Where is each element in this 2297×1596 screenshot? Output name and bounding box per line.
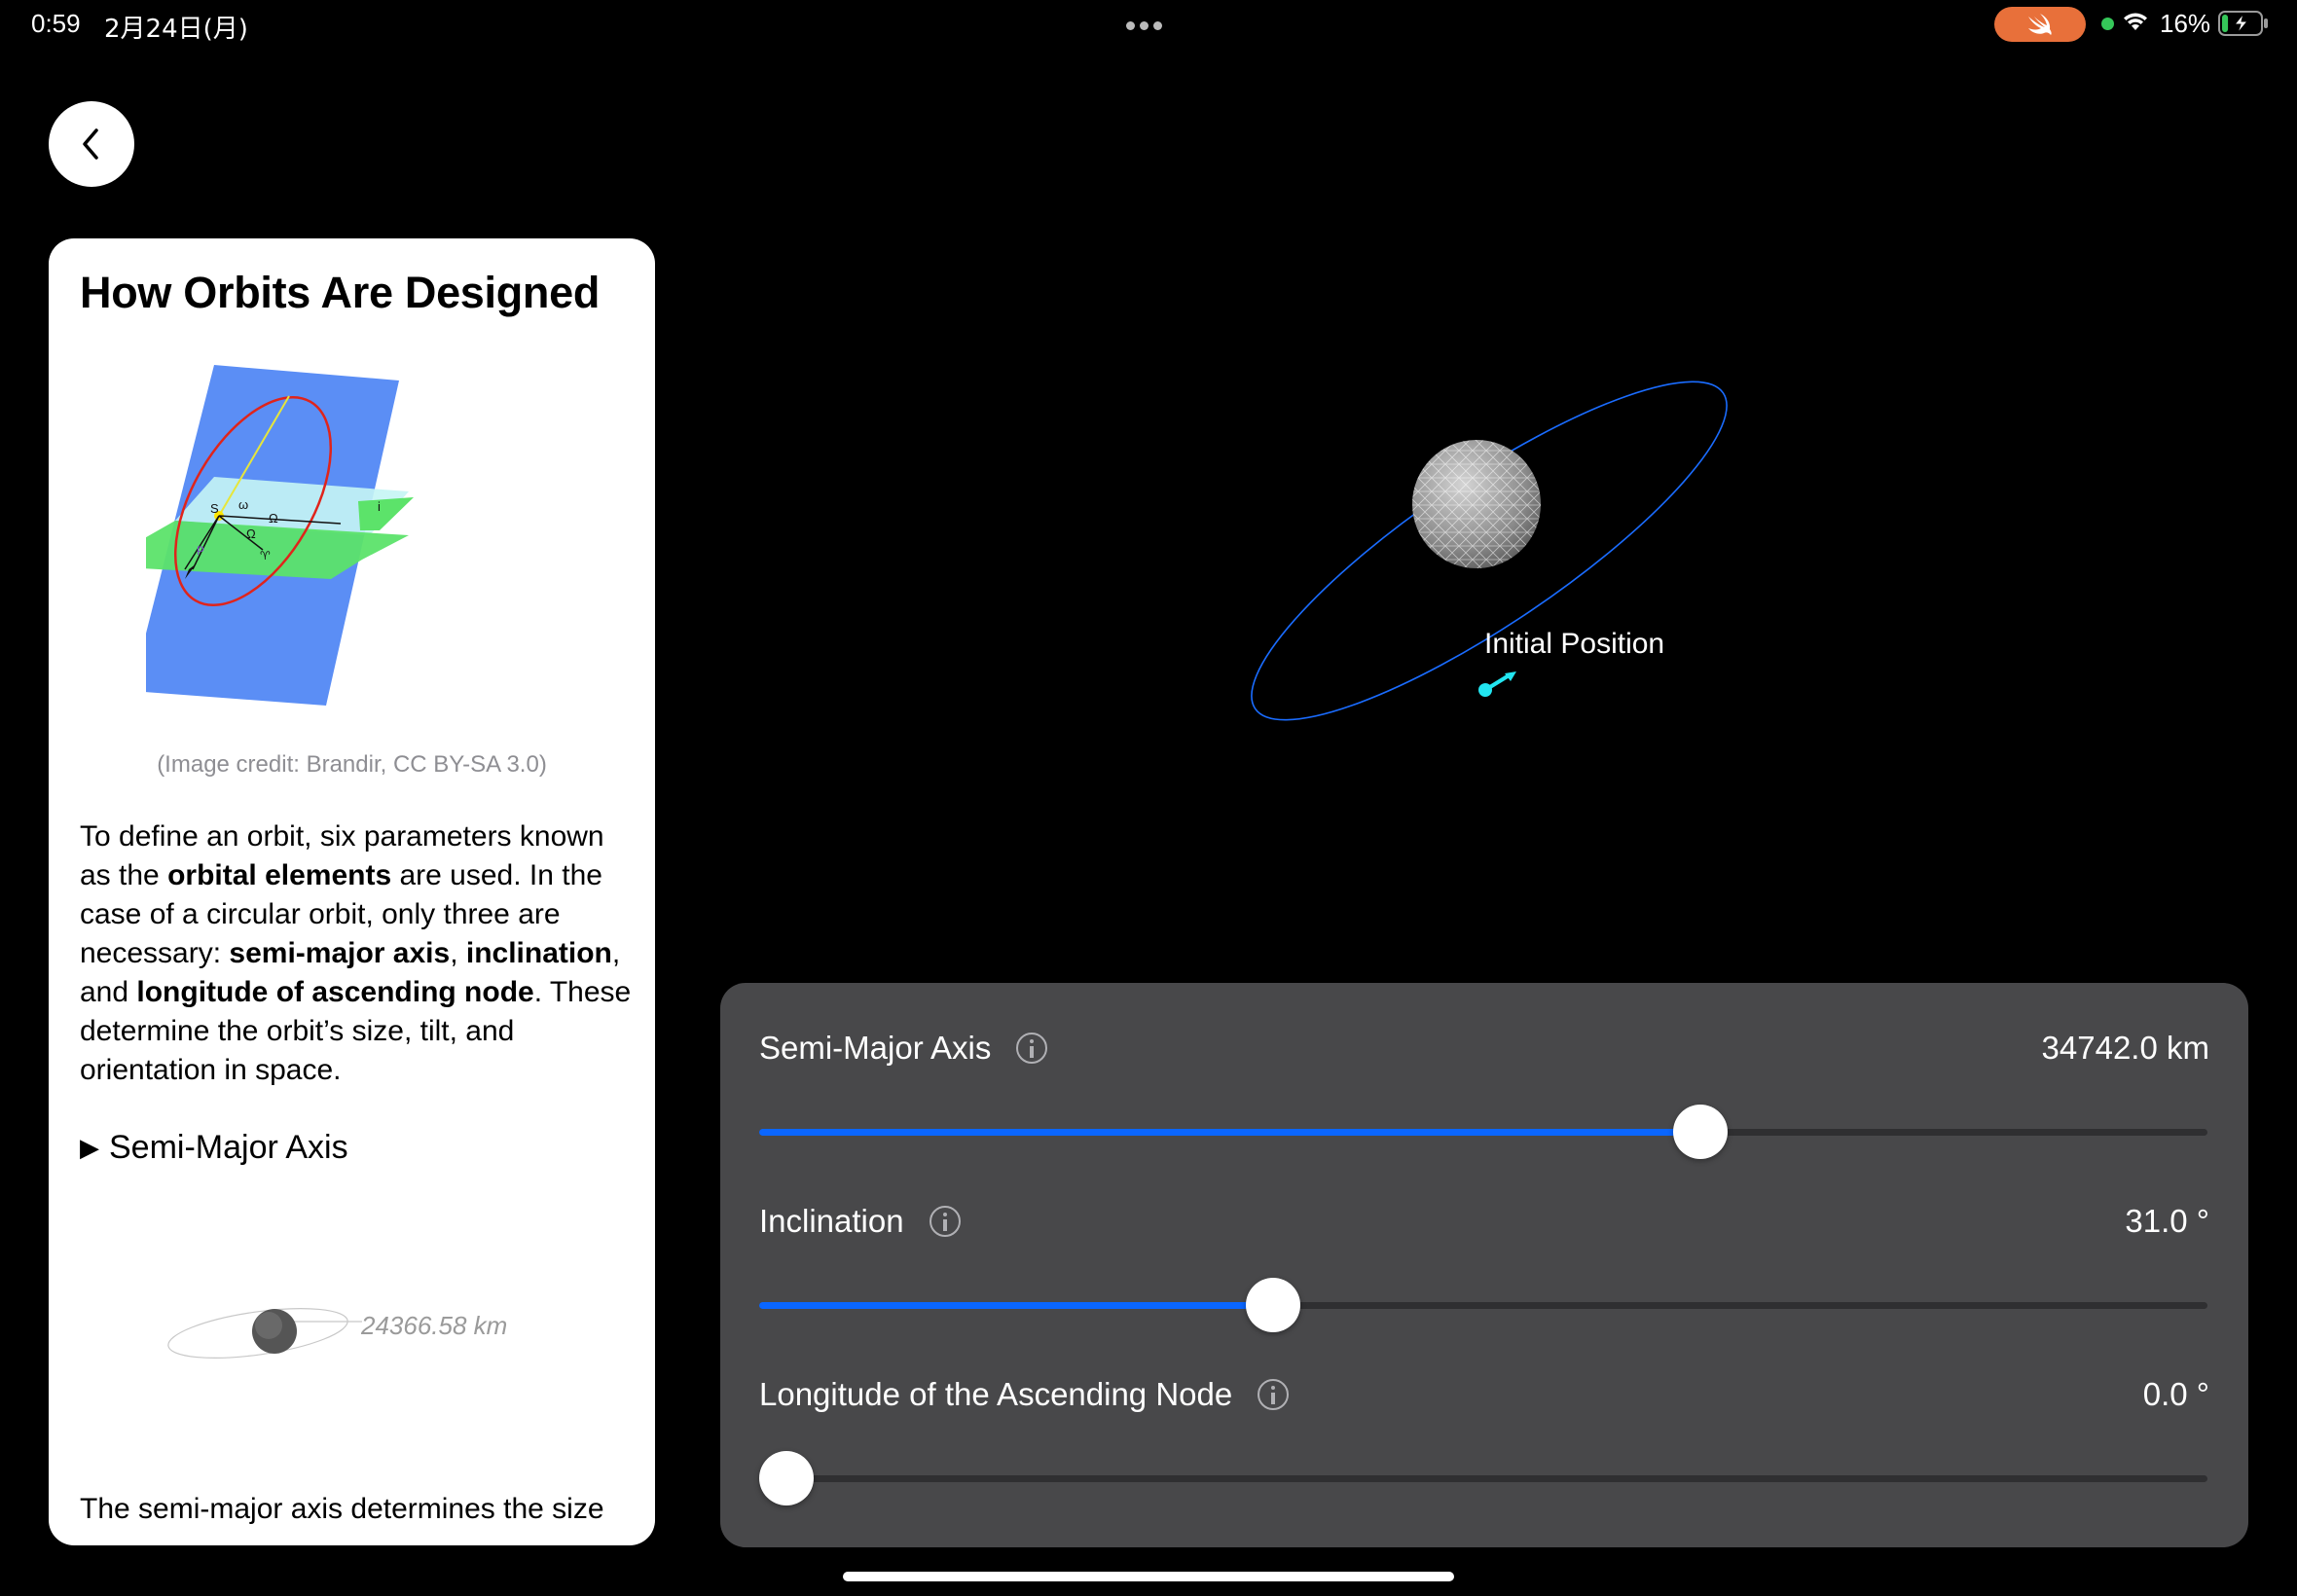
earth-globe <box>1412 440 1541 568</box>
longitude-ascending-node-slider[interactable] <box>759 1451 2207 1505</box>
status-bar: 0:59 2月24日(月) 16% <box>0 0 2297 49</box>
diagram-label-periapsis: P <box>197 544 204 558</box>
back-button[interactable] <box>49 101 134 187</box>
initial-position-label: Initial Position <box>1484 628 1665 660</box>
home-indicator[interactable] <box>843 1572 1454 1581</box>
diagram-label-node-1: Ω <box>246 526 256 541</box>
initial-position-marker[interactable] <box>1478 671 1516 697</box>
slider-thumb[interactable] <box>759 1451 814 1505</box>
section-semi-major-axis[interactable]: ▶ Semi-Major Axis <box>80 1129 348 1167</box>
slider-label: Inclination <box>759 1203 904 1239</box>
disclosure-triangle-icon: ▶ <box>80 1133 99 1162</box>
image-credit: (Image credit: Brandir, CC BY-SA 3.0) <box>157 751 547 778</box>
longitude-ascending-node-value: 0.0 ° <box>2142 1376 2209 1412</box>
inclination-label-row: Inclination <box>759 1203 961 1240</box>
diagram-label-inclination: i <box>378 499 381 514</box>
article-title: How Orbits Are Designed <box>80 268 601 317</box>
status-time: 0:59 <box>31 9 81 38</box>
orbital-elements-diagram: S ω Ω Ω i P ♈ <box>146 365 414 706</box>
section-title: Semi-Major Axis <box>109 1129 348 1166</box>
info-icon[interactable] <box>1016 1033 1048 1064</box>
article-paragraph: To define an orbit, six parameters known… <box>80 817 635 1090</box>
swift-icon <box>2028 14 2052 35</box>
article-card[interactable]: How Orbits Are Designed S ω Ω Ω i P ♈ (I… <box>49 238 655 1545</box>
orbit-scene[interactable] <box>1071 253 2044 837</box>
slider-fill <box>759 1129 1701 1136</box>
status-date: 2月24日(月) <box>104 15 248 44</box>
term-orbital-elements: orbital elements <box>167 859 392 891</box>
slider-label: Semi-Major Axis <box>759 1030 992 1066</box>
battery-percent: 16% <box>2160 9 2211 38</box>
slider-label: Longitude of the Ascending Node <box>759 1376 1233 1412</box>
chevron-left-icon <box>83 128 98 160</box>
slider-fill <box>759 1302 1274 1309</box>
diagram-label-omega: ω <box>238 497 248 512</box>
swift-playgrounds-badge[interactable] <box>1994 7 2086 42</box>
battery-charging-icon <box>2218 11 2268 36</box>
multitasking-dots-icon[interactable] <box>1126 18 1167 35</box>
slider-thumb[interactable] <box>1246 1278 1301 1332</box>
term-semi-major-axis: semi-major axis <box>229 937 451 969</box>
inclination-value: 31.0 ° <box>2125 1203 2209 1239</box>
semi-major-axis-value: 34742.0 km <box>2041 1030 2209 1066</box>
longitude-ascending-node-label-row: Longitude of the Ascending Node <box>759 1376 1290 1413</box>
article-continuation: The semi-major axis determines the size <box>80 1493 604 1525</box>
paragraph-text: , <box>450 937 466 969</box>
semi-major-axis-label-row: Semi-Major Axis <box>759 1030 1048 1067</box>
inclination-slider[interactable] <box>759 1278 2207 1332</box>
mic-indicator-icon <box>2101 18 2114 30</box>
info-icon[interactable] <box>929 1206 961 1237</box>
slider-thumb[interactable] <box>1673 1105 1729 1159</box>
term-inclination: inclination <box>465 937 612 969</box>
wifi-icon <box>2124 13 2147 30</box>
diagram-label-s: S <box>210 501 219 516</box>
info-icon[interactable] <box>1258 1379 1290 1410</box>
semi-major-axis-slider[interactable] <box>759 1105 2207 1159</box>
orbit-controls-panel: Semi-Major Axis 34742.0 km Inclination 3… <box>720 983 2248 1547</box>
mini-orbit-label: 24366.58 km <box>361 1311 508 1340</box>
diagram-label-node-2: Ω <box>269 511 278 526</box>
term-longitude-ascending-node: longitude of ascending node <box>136 976 534 1008</box>
diagram-label-aries: ♈ <box>260 549 271 562</box>
